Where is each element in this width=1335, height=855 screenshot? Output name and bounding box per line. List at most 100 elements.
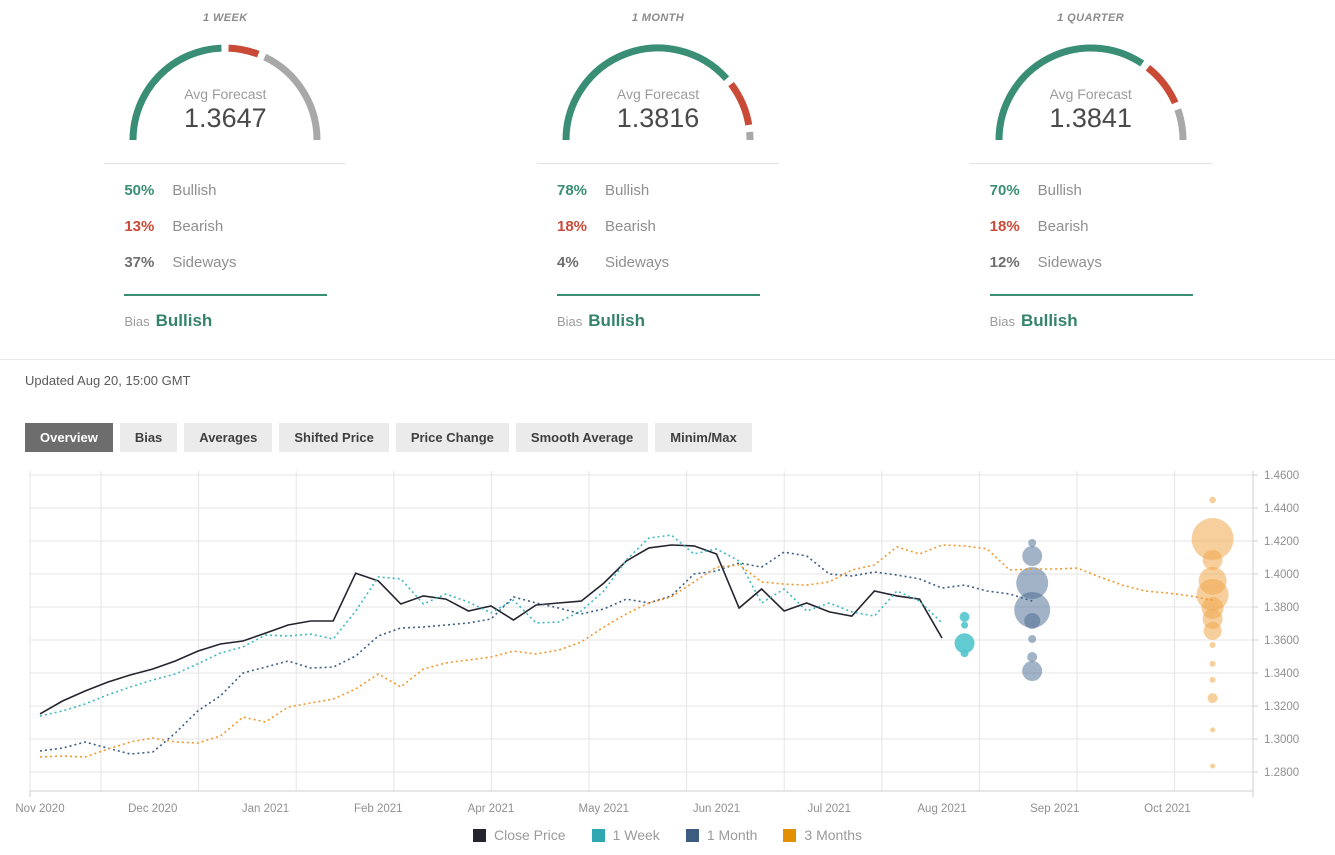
forecast-bubble[interactable] [1210, 677, 1216, 683]
bearish-stat-row: 18% Bearish [557, 209, 779, 245]
three-months-swatch-icon [783, 829, 796, 842]
forecast-bubble[interactable] [1210, 642, 1216, 648]
section-divider [0, 359, 1335, 360]
bullish-stat-row: 70% Bullish [990, 173, 1212, 209]
svg-text:Dec 2020: Dec 2020 [128, 803, 177, 815]
bearish-pct: 18% [557, 218, 605, 235]
tab-smooth-average[interactable]: Smooth Average [516, 423, 648, 452]
svg-text:May 2021: May 2021 [578, 803, 629, 815]
bearish-stat-row: 13% Bearish [124, 209, 346, 245]
tab-averages[interactable]: Averages [184, 423, 272, 452]
bias-row: BiasBullish [557, 311, 779, 331]
avg-forecast-label: Avg Forecast [125, 86, 325, 102]
avg-forecast-label: Avg Forecast [558, 86, 758, 102]
legend-item-1-week[interactable]: 1 Week [592, 827, 660, 843]
bias-label: Bias [124, 314, 149, 329]
bullish-pct: 70% [990, 182, 1038, 199]
tab-bias[interactable]: Bias [120, 423, 177, 452]
forecast-bubble[interactable] [1208, 693, 1218, 703]
one-month-swatch-icon [686, 829, 699, 842]
bearish-pct: 18% [990, 218, 1038, 235]
forecast-bubble[interactable] [1204, 622, 1222, 640]
bullish-label: Bullish [172, 182, 216, 199]
sideways-label: Sideways [172, 254, 236, 271]
forecast-bubble[interactable] [1210, 764, 1215, 769]
forecast-bubble[interactable] [1028, 539, 1036, 547]
svg-text:Apr 2021: Apr 2021 [468, 803, 515, 815]
svg-text:1.3600: 1.3600 [1264, 635, 1299, 647]
bullish-stat-row: 50% Bullish [124, 173, 346, 209]
series-1-week [40, 535, 975, 716]
svg-text:Jun 2021: Jun 2021 [693, 803, 740, 815]
bias-underline [557, 294, 760, 296]
series-3-months [40, 497, 1234, 769]
forecast-bubble[interactable] [1022, 546, 1042, 566]
svg-text:Aug 2021: Aug 2021 [917, 803, 966, 815]
bias-underline [124, 294, 327, 296]
forecast-panel-1-month: 1 MONTH Avg Forecast 1.3816 78% Bullish … [442, 8, 875, 331]
bias-value: Bullish [156, 311, 213, 330]
bearish-label: Bearish [605, 218, 656, 235]
bias-underline [990, 294, 1193, 296]
forecast-bubble[interactable] [1209, 497, 1216, 504]
forecast-bubble[interactable] [1024, 613, 1040, 629]
forecast-bubble[interactable] [960, 612, 970, 622]
sideways-stat-row: 37% Sideways [124, 245, 346, 281]
svg-text:Jul 2021: Jul 2021 [808, 803, 851, 815]
bullish-stat-row: 78% Bullish [557, 173, 779, 209]
gauge-1-quarter: Avg Forecast 1.3841 [991, 40, 1191, 146]
tab-price-change[interactable]: Price Change [396, 423, 509, 452]
forecast-panels: 1 WEEK Avg Forecast 1.3647 50% Bullish 1… [9, 0, 1307, 331]
tab-overview[interactable]: Overview [25, 423, 113, 452]
forecast-bubble[interactable] [1210, 661, 1216, 667]
forecast-chart[interactable]: 1.46001.44001.42001.40001.38001.36001.34… [0, 461, 1335, 847]
chart-series [40, 497, 1234, 769]
svg-text:1.4200: 1.4200 [1264, 536, 1299, 548]
legend-item-close-price[interactable]: Close Price [473, 827, 566, 843]
panel-divider [970, 163, 1212, 164]
bullish-label: Bullish [1038, 182, 1082, 199]
forecast-chart-canvas[interactable]: 1.46001.44001.42001.40001.38001.36001.34… [0, 461, 1335, 821]
chart-grid [30, 471, 1253, 797]
forecast-bubble[interactable] [961, 649, 969, 657]
x-axis-labels: Nov 2020Dec 2020Jan 2021Feb 2021Apr 2021… [15, 803, 1190, 815]
svg-text:1.4000: 1.4000 [1264, 569, 1299, 581]
one-week-swatch-icon [592, 829, 605, 842]
svg-text:1.3800: 1.3800 [1264, 602, 1299, 614]
legend-item-1-month[interactable]: 1 Month [686, 827, 758, 843]
bullish-pct: 50% [124, 182, 172, 199]
panel-period-title: 1 QUARTER [970, 8, 1212, 32]
y-axis-labels: 1.46001.44001.42001.40001.38001.36001.34… [1253, 470, 1299, 779]
sideways-label: Sideways [605, 254, 669, 271]
svg-text:Nov 2020: Nov 2020 [15, 803, 64, 815]
panel-divider [104, 163, 346, 164]
bullish-pct: 78% [557, 182, 605, 199]
bias-row: BiasBullish [990, 311, 1212, 331]
forecast-bubble[interactable] [961, 622, 968, 629]
forecast-panel-1-week: 1 WEEK Avg Forecast 1.3647 50% Bullish 1… [9, 8, 442, 331]
forecast-bubble[interactable] [1028, 635, 1036, 643]
bias-label: Bias [557, 314, 582, 329]
avg-forecast-value: 1.3816 [558, 103, 758, 134]
bearish-label: Bearish [1038, 218, 1089, 235]
panel-divider [537, 163, 779, 164]
chart-legend: Close Price 1 Week 1 Month 3 Months [0, 823, 1335, 847]
tab-minim-max[interactable]: Minim/Max [655, 423, 751, 452]
svg-text:Jan 2021: Jan 2021 [242, 803, 289, 815]
forecast-bubble[interactable] [1022, 661, 1042, 681]
bearish-pct: 13% [124, 218, 172, 235]
forecast-bubble[interactable] [1210, 727, 1215, 732]
svg-text:1.4600: 1.4600 [1264, 470, 1299, 482]
gauge-1-month: Avg Forecast 1.3816 [558, 40, 758, 146]
svg-text:1.4400: 1.4400 [1264, 503, 1299, 515]
forecast-bubble[interactable] [1027, 652, 1037, 662]
sideways-pct: 4% [557, 254, 605, 271]
svg-text:Sep 2021: Sep 2021 [1030, 803, 1079, 815]
tab-shifted-price[interactable]: Shifted Price [279, 423, 388, 452]
legend-item-3-months[interactable]: 3 Months [783, 827, 862, 843]
sideways-stat-row: 4% Sideways [557, 245, 779, 281]
sideways-label: Sideways [1038, 254, 1102, 271]
avg-forecast-label: Avg Forecast [991, 86, 1191, 102]
close-price-swatch-icon [473, 829, 486, 842]
avg-forecast-value: 1.3841 [991, 103, 1191, 134]
